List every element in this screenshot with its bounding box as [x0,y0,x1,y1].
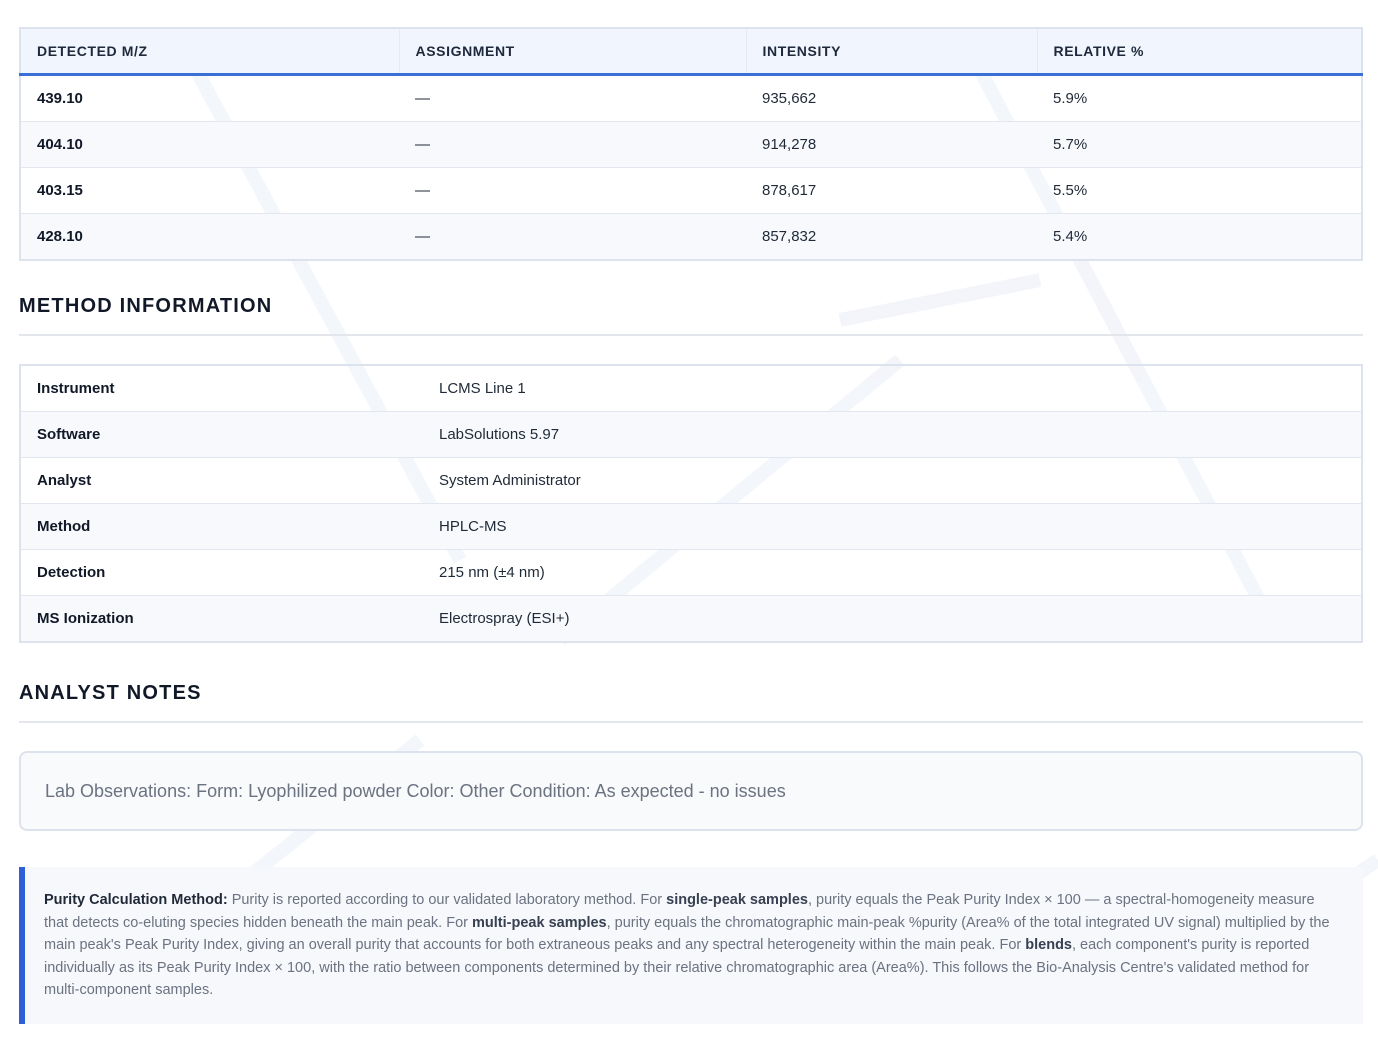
column-header-relative: RELATIVE % [1037,28,1362,76]
method-information-table: Instrument LCMS Line 1 Software LabSolut… [19,364,1363,643]
cell-relative: 5.9% [1037,74,1362,122]
column-header-intensity: INTENSITY [746,28,1038,76]
cell-mz: 404.10 [20,121,399,168]
cell-mz: 403.15 [20,167,399,214]
table-row: Software LabSolutions 5.97 [20,411,1362,458]
analyst-notes-text: Lab Observations: Form: Lyophilized powd… [45,780,786,801]
cell-assignment: — [399,74,746,122]
column-header-assignment: ASSIGNMENT [399,28,747,76]
analyst-notes-box: Lab Observations: Form: Lyophilized powd… [19,751,1363,831]
method-key-software: Software [20,411,423,458]
method-key-ms-ionization: MS Ionization [20,595,423,642]
method-key-analyst: Analyst [20,457,423,504]
column-header-mz: DETECTED M/Z [20,28,400,76]
purity-calculation-note: Purity Calculation Method: Purity is rep… [19,867,1363,1024]
cell-relative: 5.7% [1037,121,1362,168]
table-row: MS Ionization Electrospray (ESI+) [20,595,1362,642]
section-title-analyst-notes: ANALYST NOTES [19,682,202,704]
cell-intensity: 878,617 [746,167,1037,214]
cell-mz: 428.10 [20,213,399,260]
table-row: Analyst System Administrator [20,457,1362,504]
method-key-detection: Detection [20,549,423,596]
purity-note-emphasis: single-peak samples [666,892,808,908]
table-header-row: DETECTED M/Z ASSIGNMENT INTENSITY RELATI… [20,28,1362,76]
cell-relative: 5.5% [1037,167,1362,214]
purity-note-lead: Purity Calculation Method: [44,892,228,908]
table-row: 428.10 — 857,832 5.4% [20,213,1362,260]
table-row: Instrument LCMS Line 1 [20,365,1362,412]
table-row: Detection 215 nm (±4 nm) [20,549,1362,596]
method-value-ms-ionization: Electrospray (ESI+) [423,595,1362,642]
table-row: 403.15 — 878,617 5.5% [20,167,1362,214]
report-page: DETECTED M/Z ASSIGNMENT INTENSITY RELATI… [19,27,1363,1024]
method-key-method: Method [20,503,423,550]
method-value-instrument: LCMS Line 1 [439,380,526,397]
cell-assignment: — [399,213,746,260]
method-key-instrument: Instrument [37,380,115,397]
cell-intensity: 857,832 [746,213,1037,260]
cell-intensity: 935,662 [746,74,1037,122]
cell-intensity: 914,278 [746,121,1037,168]
cell-assignment: — [399,121,746,168]
purity-note-emphasis: blends [1025,937,1072,954]
method-value-software: LabSolutions 5.97 [423,411,1362,458]
table-row: 404.10 — 914,278 5.7% [20,121,1362,168]
method-value-analyst: System Administrator [423,457,1362,504]
table-row: 439.10 — 935,662 5.9% [20,74,1362,122]
table-row: Method HPLC-MS [20,503,1362,550]
cell-mz: 439.10 [20,74,399,122]
peaks-table: DETECTED M/Z ASSIGNMENT INTENSITY RELATI… [19,27,1363,261]
method-value-detection: 215 nm (±4 nm) [423,549,1362,596]
cell-assignment: — [399,167,746,214]
cell-relative: 5.4% [1037,213,1362,260]
method-value-method: HPLC-MS [423,503,1362,550]
section-title-method-information: METHOD INFORMATION [19,295,273,317]
purity-note-text: Purity is reported according to our vali… [227,892,667,908]
purity-note-emphasis: multi-peak samples [472,914,607,931]
